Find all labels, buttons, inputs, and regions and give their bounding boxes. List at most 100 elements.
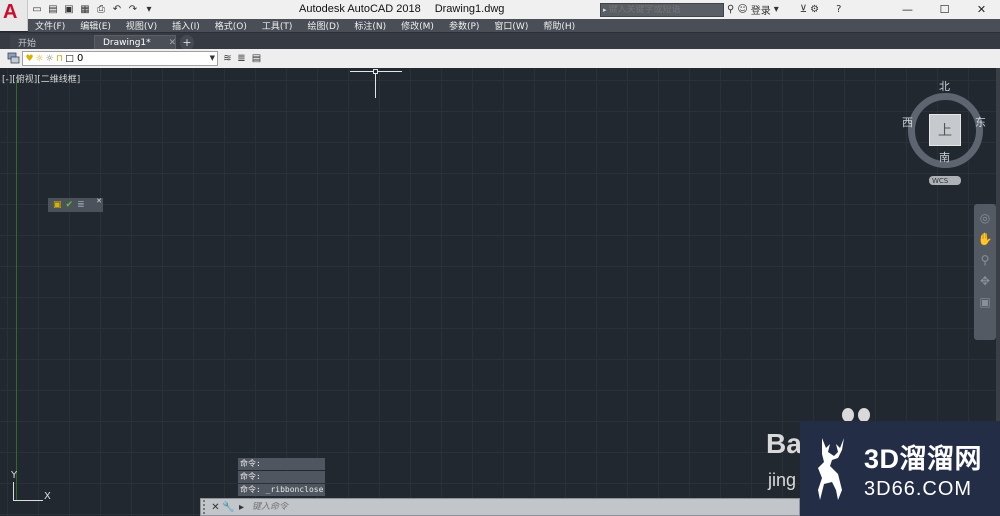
close-icon[interactable]: ✕ [963, 0, 1000, 19]
window-title: Autodesk AutoCAD 2018 Drawing1.dwg [299, 3, 504, 15]
make-current-icon[interactable]: ≋ [221, 52, 234, 65]
minimize-icon[interactable]: — [889, 0, 926, 19]
menu-edit[interactable]: 编辑(E) [73, 19, 119, 32]
menu-parametric[interactable]: 参数(P) [442, 19, 487, 32]
lock-icon: ⊓ [55, 53, 64, 64]
watermark-brand: 3D溜溜网 [864, 443, 983, 474]
compass-east[interactable]: 东 [975, 114, 986, 130]
qat-dropdown-icon[interactable]: ▾ [142, 2, 156, 16]
viewcube[interactable]: 上 北 南 西 东 WCS [902, 78, 992, 198]
zoom-icon[interactable]: ⚲ [977, 252, 993, 267]
command-history-line: 命令: _ribbonclose [238, 484, 326, 496]
layer-walk-icon[interactable]: ≣ [77, 200, 85, 210]
steeringwheel-icon[interactable]: ◎ [977, 210, 993, 225]
floating-toolbar: ▣ ✔ ≣ ✕ [48, 197, 103, 212]
exchange-icon[interactable]: ⚙ [810, 4, 819, 15]
viewcube-top-face[interactable]: 上 [929, 114, 961, 146]
menu-draw[interactable]: 绘图(D) [300, 19, 347, 32]
sun-icon: ☼ [35, 53, 44, 64]
compass-north[interactable]: 北 [939, 78, 950, 94]
window-controls: — ☐ ✕ [889, 0, 1000, 19]
plot-icon[interactable]: ⎙ [94, 2, 108, 16]
menu-tools[interactable]: 工具(T) [255, 19, 301, 32]
watermark-site: 3D66.COM [864, 477, 973, 500]
menu-dimension[interactable]: 标注(N) [347, 19, 394, 32]
redo-icon[interactable]: ↷ [126, 2, 140, 16]
baidu-watermark-text: Ba [766, 428, 802, 459]
command-line: ✕ 🔧 ▸ [200, 498, 800, 516]
current-layer-name: 0 [77, 53, 84, 64]
open-icon[interactable]: ▤ [46, 2, 60, 16]
search-tools: ⚲ ☺ 登录 ▾ ⊻ ⚙ ? [727, 2, 841, 17]
viewport-controls[interactable]: [-][俯视][二维线框] [2, 72, 80, 85]
layer-state-icon[interactable]: ▣ [53, 200, 62, 210]
recent-commands-icon[interactable]: ▸ [235, 500, 248, 514]
menu-modify[interactable]: 修改(M) [394, 19, 442, 32]
tab-start-label: 开始 [18, 39, 37, 49]
search-chevron-icon[interactable]: ▸ [601, 6, 609, 14]
command-input[interactable] [252, 502, 772, 512]
y-axis-line [16, 80, 17, 500]
undo-icon[interactable]: ↶ [110, 2, 124, 16]
cart-icon[interactable]: ⊻ [800, 4, 807, 15]
saveas-icon[interactable]: ▦ [78, 2, 92, 16]
menu-format[interactable]: 格式(O) [208, 19, 255, 32]
menu-help[interactable]: 帮助(H) [536, 19, 583, 32]
layer-dropdown[interactable]: ♥ ☼ ☼ ⊓ □ 0 ▼ [22, 51, 218, 66]
binoculars-icon[interactable]: ⚲ [727, 4, 734, 15]
login-button[interactable]: 登录 [751, 2, 771, 17]
baidu-paw-icon [840, 408, 872, 422]
showmotion-icon[interactable]: ▣ [977, 294, 993, 309]
match-layer-icon[interactable]: ▤ [250, 52, 263, 65]
document-tab-bar: 开始 Drawing1* ✕ + [0, 32, 1000, 50]
ucs-icon: Y X [6, 460, 56, 505]
tab-start[interactable]: 开始 [10, 35, 94, 50]
crosshair-cursor [350, 69, 402, 98]
layer-previous-icon[interactable]: ≣ [235, 52, 248, 65]
save-icon[interactable]: ▣ [62, 2, 76, 16]
deer-logo-icon [818, 437, 844, 500]
compass-west[interactable]: 西 [902, 114, 913, 130]
menu-bar: 文件(F) 编辑(E) 视图(V) 插入(I) 格式(O) 工具(T) 绘图(D… [28, 19, 1000, 32]
close-icon[interactable]: ✕ [209, 500, 222, 514]
navigation-bar: ◎ ✋ ⚲ ✥ ▣ [974, 204, 996, 340]
tab-drawing1-label: Drawing1* [103, 38, 151, 48]
new-icon[interactable]: ▭ [30, 2, 44, 16]
compass-south[interactable]: 南 [939, 149, 950, 165]
menu-insert[interactable]: 插入(I) [165, 19, 208, 32]
new-tab-button[interactable]: + [180, 35, 194, 50]
app-name: Autodesk AutoCAD 2018 [299, 3, 421, 15]
pan-icon[interactable]: ✋ [977, 231, 993, 246]
ucs-y-label: Y [11, 470, 18, 481]
ucs-x-label: X [44, 491, 51, 502]
layer-toolbar: ♥ ☼ ☼ ⊓ □ 0 ▼ ≋ ≣ ▤ [0, 49, 1000, 68]
bulb-icon: ♥ [25, 53, 34, 64]
menu-window[interactable]: 窗口(W) [487, 19, 536, 32]
command-history-line: 命令: [238, 471, 326, 483]
file-name: Drawing1.dwg [434, 3, 505, 15]
close-icon[interactable]: ✕ [96, 197, 102, 205]
tab-close-icon[interactable]: ✕ [169, 38, 177, 48]
help-icon[interactable]: ? [836, 4, 841, 15]
user-icon[interactable]: ☺ [737, 4, 747, 15]
search-box: ▸ [600, 3, 724, 17]
autocad-logo-icon[interactable]: A [0, 0, 28, 31]
baidu-watermark-subtext: jing [768, 470, 797, 490]
quick-access-toolbar: ▭ ▤ ▣ ▦ ⎙ ↶ ↷ ▾ [30, 2, 156, 17]
tab-drawing1[interactable]: Drawing1* ✕ [94, 35, 176, 50]
freeze-vp-icon: ☼ [45, 53, 54, 64]
menu-file[interactable]: 文件(F) [28, 19, 73, 32]
orbit-icon[interactable]: ✥ [977, 273, 993, 288]
ucs-menu-button[interactable]: WCS [929, 176, 961, 185]
chevron-down-icon[interactable]: ▼ [210, 54, 215, 62]
check-icon[interactable]: ✔ [66, 200, 74, 210]
customize-wrench-icon[interactable]: 🔧 [222, 500, 235, 514]
color-swatch-icon: □ [65, 53, 74, 64]
layer-properties-icon[interactable] [7, 52, 20, 65]
menu-view[interactable]: 视图(V) [119, 19, 165, 32]
command-history-line: 命令: [238, 458, 326, 470]
site-watermark: 3D溜溜网 3D66.COM [800, 421, 1000, 516]
search-input[interactable] [608, 5, 719, 15]
maximize-icon[interactable]: ☐ [926, 0, 963, 19]
chevron-down-icon[interactable]: ▾ [774, 4, 779, 15]
